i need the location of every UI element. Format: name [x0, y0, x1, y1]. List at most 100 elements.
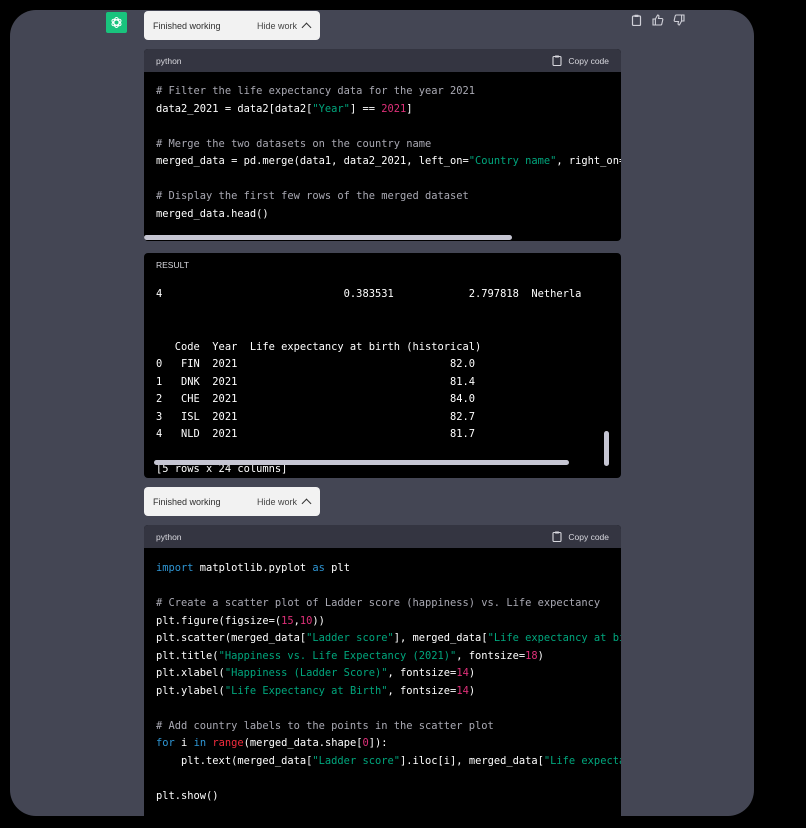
result-line: Code Year Life expectancy at birth (hist…	[156, 340, 482, 353]
hide-work-button[interactable]: Hide work	[257, 21, 312, 32]
code-line: # Display the first few rows of the merg…	[156, 188, 621, 206]
code-line: import matplotlib.pyplot as plt	[156, 560, 621, 578]
result-line	[156, 304, 621, 322]
code-token: # Add country labels to the points in th…	[156, 719, 494, 732]
chat-message-panel: Finished working Hide work python Copy c…	[10, 10, 754, 816]
code-token: 15	[281, 614, 294, 627]
code-line: # Create a scatter plot of Ladder score …	[156, 595, 621, 613]
copy-code-label: Copy code	[568, 531, 609, 542]
result-line: 0 FIN 2021 82.0	[156, 358, 476, 370]
hide-work-button[interactable]: Hide work	[256, 496, 312, 508]
code-token: ] ==	[349, 102, 382, 115]
thumbs-down-icon[interactable]	[672, 13, 685, 26]
code-token: "Happiness (Ladder Score)"	[224, 667, 388, 679]
code-token: , fontsize=	[387, 684, 457, 697]
finished-working-bar: Finished working Hide work	[144, 11, 320, 40]
code-line: # Merge the two datasets on the country …	[156, 136, 621, 154]
code-token: )	[468, 684, 476, 697]
code-line: plt.xlabel("Happiness (Ladder Score)", f…	[156, 665, 621, 683]
code-token: plt.title(	[156, 649, 219, 662]
openai-logo-icon	[111, 17, 122, 28]
code-token: # Merge the two datasets on the country …	[156, 137, 432, 150]
code-token: "Happiness vs. Life Expectancy (2021)"	[218, 649, 457, 662]
result-output: 4 0.383531 2.797818 Netherla Code Year L…	[144, 276, 621, 476]
code-line: plt.ylabel("Life Expectancy at Birth", f…	[156, 683, 621, 701]
code-token: data2_2021 = data2[data2[	[156, 102, 313, 115]
result-line: 4 NLD 2021 81.7	[156, 428, 476, 440]
code-token: # Create a scatter plot of Ladder score …	[156, 597, 601, 609]
result-label: RESULT	[156, 259, 189, 270]
chevron-up-icon	[301, 498, 312, 508]
copy-icon[interactable]	[630, 13, 643, 26]
code-token: for	[156, 737, 175, 749]
code-line: # Filter the life expectancy data for th…	[156, 83, 621, 101]
code-line: plt.title("Happiness vs. Life Expectancy…	[156, 648, 621, 666]
result-line: 3 ISL 2021 82.7	[156, 410, 476, 423]
code-line: merged_data.head()	[156, 206, 621, 224]
code-token: as	[312, 562, 325, 574]
code-line: plt.text(merged_data["Ladder score"].ilo…	[156, 753, 621, 771]
hide-work-label: Hide work	[256, 496, 297, 507]
code-token: plt.ylabel(	[156, 684, 225, 697]
assistant-avatar	[106, 12, 127, 33]
thumbs-up-icon[interactable]	[651, 13, 664, 26]
code-block-header: python Copy code	[144, 49, 621, 72]
code-block: python Copy code import matplotlib.pyplo…	[144, 525, 621, 816]
code-token: , fontsize=	[456, 649, 526, 662]
code-token: "Country name"	[468, 155, 557, 167]
code-line: plt.scatter(merged_data["Ladder score"],…	[156, 630, 621, 648]
code-token: # Display the first few rows of the merg…	[156, 190, 469, 202]
finished-working-label: Finished working	[153, 496, 221, 507]
copy-code-button[interactable]: Copy code	[552, 55, 609, 66]
code-line: # Add country labels to the points in th…	[156, 718, 621, 736]
code-token: ].iloc[i], merged_data[	[400, 754, 544, 767]
code-token: plt.xlabel(	[156, 667, 225, 679]
code-token: "Life Expectancy at Birth"	[224, 684, 388, 697]
code-token: # Filter the life expectancy data for th…	[156, 85, 476, 97]
code-token: ], merged_data[	[393, 632, 488, 644]
code-token: i	[174, 737, 194, 749]
code-token: 18	[525, 649, 538, 662]
code-token: ))	[312, 614, 325, 627]
code-token: in	[193, 737, 207, 749]
code-token: 10	[299, 614, 313, 627]
code-line: merged_data = pd.merge(data1, data2_2021…	[156, 153, 621, 171]
code-line: plt.show()	[156, 788, 621, 806]
code-token: )	[537, 649, 544, 662]
code-token: 14	[456, 684, 469, 697]
code-token: import	[156, 562, 194, 574]
code-content: import matplotlib.pyplot as plt # Create…	[144, 548, 621, 805]
code-content: # Filter the life expectancy data for th…	[144, 72, 621, 223]
copy-code-label: Copy code	[568, 55, 609, 66]
horizontal-scrollbar[interactable]	[154, 460, 569, 465]
vertical-scrollbar[interactable]	[604, 431, 609, 466]
code-token: merged_data.head()	[156, 207, 269, 220]
code-token: plt.text(merged_data[	[156, 754, 313, 767]
copy-code-button[interactable]: Copy code	[552, 531, 609, 542]
code-token: , fontsize=	[387, 667, 457, 679]
scrolled-row-fragment	[156, 276, 621, 279]
code-token: range	[212, 737, 244, 749]
code-token: 2021	[381, 102, 407, 115]
code-line: data2_2021 = data2[data2["Year"] == 2021…	[156, 101, 621, 119]
code-token: ]):	[368, 737, 388, 749]
code-token: "Life expectancy at bir	[487, 632, 621, 644]
code-token: plt.show()	[156, 789, 219, 802]
result-line: 4 0.383531 2.797818 Netherla	[156, 288, 582, 300]
code-token: plt	[324, 562, 350, 574]
code-token: plt.figure(figsize=(	[156, 614, 282, 627]
code-token: (merged_data.shape[	[243, 737, 363, 749]
result-line: 2 CHE 2021 84.0	[156, 393, 476, 405]
code-token: )	[468, 667, 476, 679]
horizontal-scrollbar[interactable]	[144, 235, 512, 240]
result-line: 1 DNK 2021 81.4	[156, 375, 476, 388]
code-token: "Year"	[312, 102, 350, 115]
code-token: plt.scatter(merged_data[	[156, 632, 307, 644]
code-token: matplotlib.pyplot	[193, 562, 313, 574]
code-language-label: python	[156, 55, 182, 66]
code-block-header: python Copy code	[144, 525, 621, 548]
